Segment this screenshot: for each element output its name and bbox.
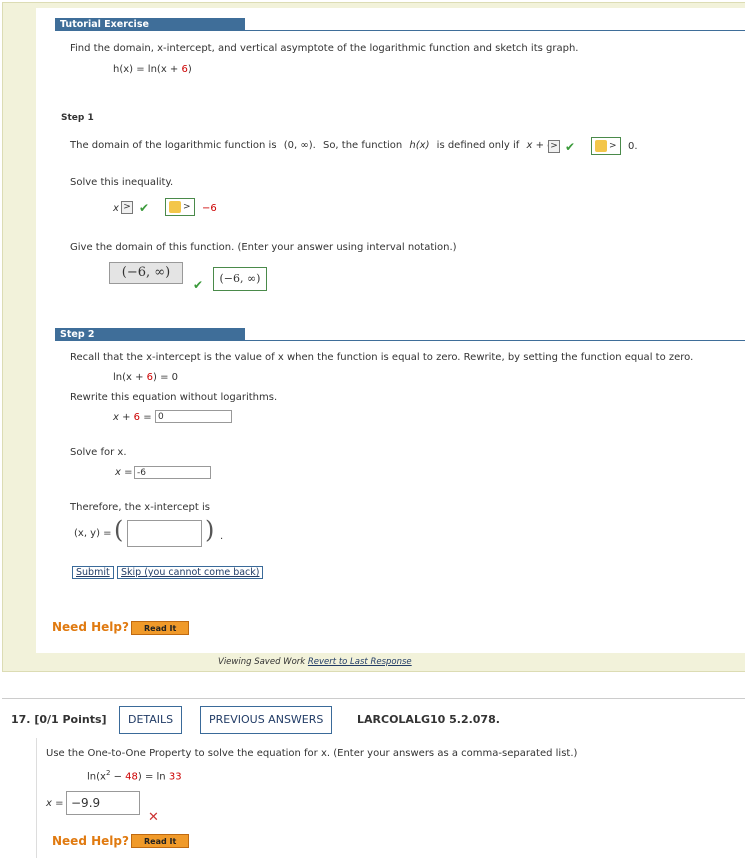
details-button[interactable]: DETAILS [119,706,183,734]
question-number: 17. [0/1 Points] [11,713,107,726]
q17-need-help-label: Need Help? [52,834,129,848]
zero-equation: ln(x + 6) = 0 [113,372,179,383]
q17-answer-input[interactable]: −9.9 [66,791,140,815]
x-equals-label: x = [115,467,133,478]
wrong-icon: ✕ [148,810,159,825]
xy-intercept-input[interactable] [127,520,202,547]
inequality-operator-select[interactable]: > [121,201,133,214]
xy-label: (x, y) = [74,528,112,539]
therefore-label: Therefore, the x-intercept is [70,502,210,513]
need-help-label: Need Help? [52,620,129,634]
solve-for-x-label: Solve for x. [70,447,127,458]
key-icon [169,200,181,213]
previous-answers-button[interactable]: PREVIOUS ANSWERS [200,706,333,734]
open-paren: ( [114,516,124,544]
step2-header: Step 2 [55,328,245,341]
tutorial-prompt: Find the domain, x-intercept, and vertic… [70,43,579,54]
divider [2,698,745,699]
question-code: LARCOLALG10 5.2.078. [357,713,500,726]
recall-text: Recall that the x-intercept is the value… [70,352,694,363]
step1-domain-sentence: The domain of the logarithmic function i… [70,140,554,151]
solve-inequality-label: Solve this inequality. [70,177,174,188]
question-border [36,738,37,858]
inequality-answer-key: > [165,198,195,216]
submit-button[interactable]: Submit [72,566,114,579]
key-icon [595,139,607,152]
viewing-saved-work: Viewing Saved Work Revert to Last Respon… [218,657,412,667]
revert-link[interactable]: Revert to Last Response [308,657,412,667]
domain-correct-answer: (−6, ∞) [213,267,267,291]
domain-answer-field[interactable]: (−6, ∞) [109,262,183,284]
zero-label: 0. [628,141,638,152]
step1-header: Step 1 [61,113,94,123]
skip-button[interactable]: Skip (you cannot come back) [117,566,264,579]
tutorial-header: Tutorial Exercise [55,18,245,31]
rewrite-input[interactable]: 0 [155,410,232,423]
domain-prompt: Give the domain of this function. (Enter… [70,242,457,253]
tutorial-function: h(x) = ln(x + 6) [113,64,192,75]
close-paren: ) [205,516,215,544]
check-icon: ✔ [565,140,576,154]
read-it-button[interactable]: Read It [131,621,190,635]
x-value-input[interactable]: -6 [134,466,211,479]
step2-header-line [245,340,745,341]
q17-prompt: Use the One-to-One Property to solve the… [46,748,578,759]
check-icon: ✔ [139,201,150,215]
period: . [220,531,224,542]
tutorial-header-line [245,30,745,31]
q17-x-label: x = [46,798,64,809]
q17-equation: ln(x2 − 48) = ln 33 [87,769,182,783]
domain-answer-key: > [591,137,621,155]
check-icon: ✔ [193,278,204,292]
q17-read-it-button[interactable]: Read It [131,834,190,848]
x-var: x [113,203,119,214]
neg-six: −6 [202,203,217,214]
rewrite-equation: x + 6 = [113,412,152,423]
domain-operator-select[interactable]: > [548,140,560,153]
rewrite-label: Rewrite this equation without logarithms… [70,392,278,403]
